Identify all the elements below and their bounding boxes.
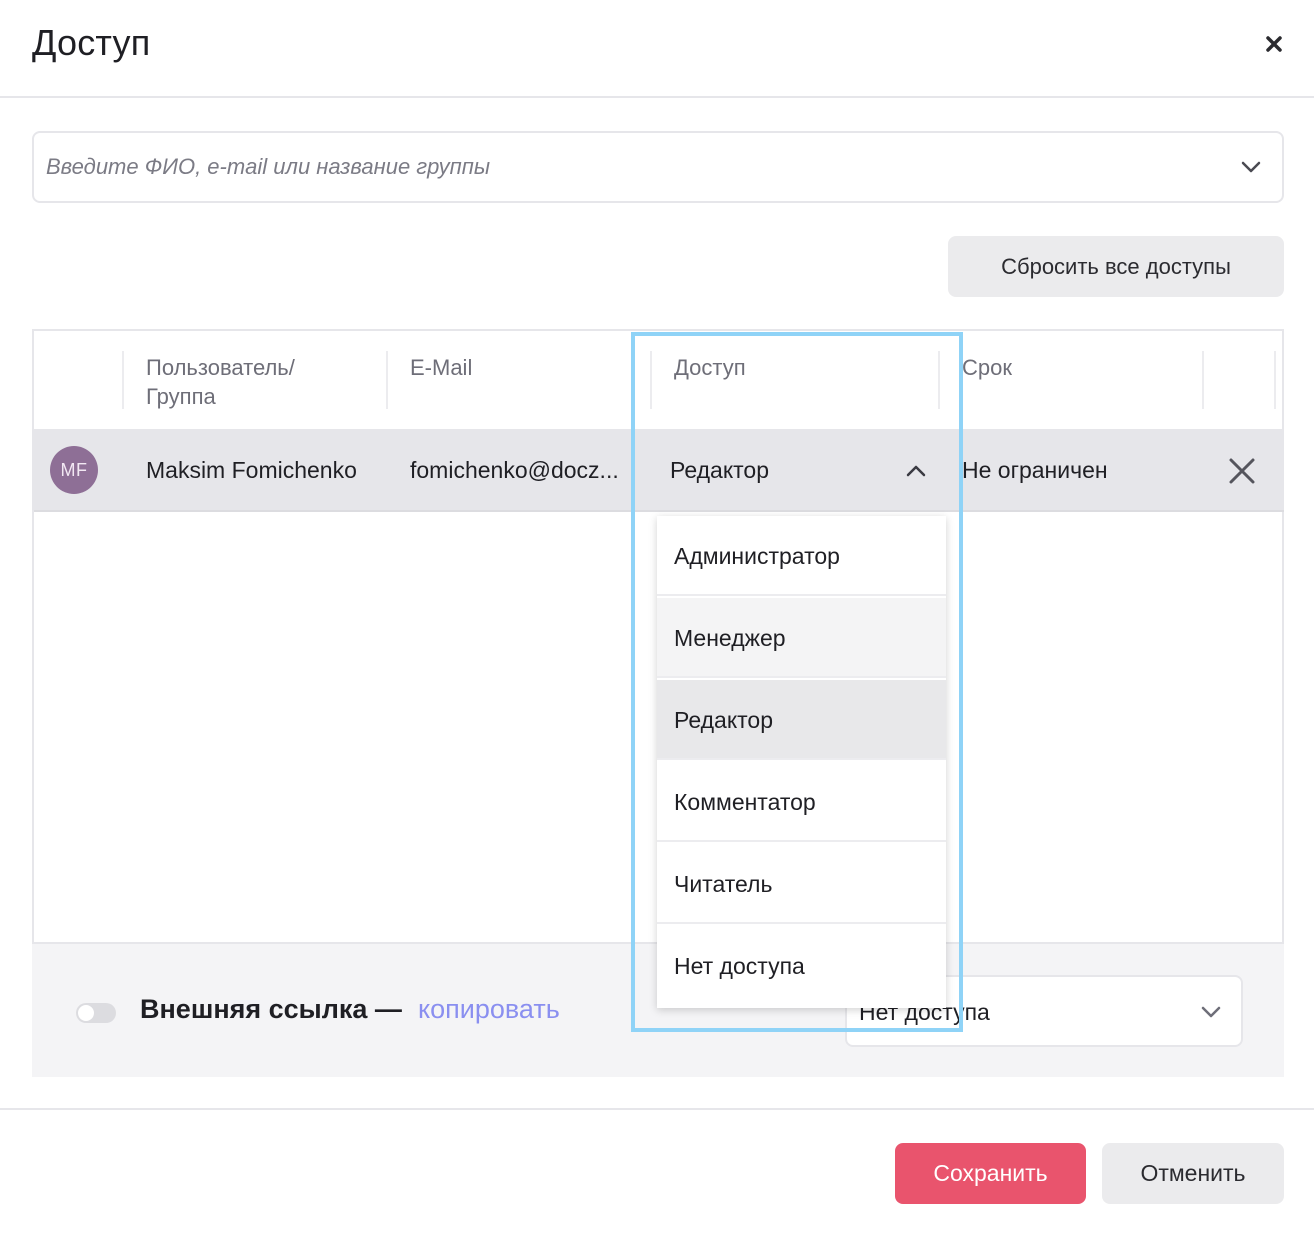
dropdown-option-label: Читатель (674, 871, 773, 897)
close-icon (1229, 458, 1255, 484)
user-email: fomichenko@docz... (410, 457, 619, 483)
chevron-up-icon (906, 465, 926, 477)
column-separator (1202, 351, 1204, 409)
dialog-header: Доступ (0, 0, 1314, 98)
column-header-user: Пользователь/ Группа (146, 355, 295, 409)
dropdown-option-reader[interactable]: Читатель (657, 844, 946, 924)
dropdown-option-label: Комментатор (674, 789, 816, 815)
dropdown-option-label: Редактор (674, 707, 774, 733)
column-header-email: E-Mail (410, 355, 473, 380)
user-name: Maksim Fomichenko (146, 457, 357, 483)
chevron-down-icon[interactable] (1238, 157, 1264, 177)
chevron-down-icon (1201, 1006, 1221, 1018)
search-input[interactable] (46, 147, 1206, 187)
dropdown-option-editor[interactable]: Редактор (657, 680, 946, 760)
column-separator (122, 351, 124, 409)
column-separator (1274, 351, 1276, 409)
column-header-access: Доступ (674, 355, 746, 380)
access-term: Не ограничен (962, 457, 1108, 483)
close-icon (1266, 36, 1282, 52)
access-select[interactable]: Редактор (654, 429, 954, 510)
avatar: MF (50, 446, 98, 494)
dropdown-option-commenter[interactable]: Комментатор (657, 762, 946, 842)
column-separator (386, 351, 388, 409)
copy-link[interactable]: копировать (418, 994, 560, 1025)
access-select-value: Редактор (670, 457, 770, 483)
dialog-title: Доступ (32, 22, 151, 63)
access-dropdown-menu: Администратор Менеджер Редактор Коммента… (657, 516, 946, 1008)
column-separator (938, 351, 940, 409)
reset-all-access-button[interactable]: Сбросить все доступы (948, 236, 1284, 297)
search-field[interactable] (32, 131, 1284, 203)
close-button[interactable] (1258, 30, 1290, 58)
dropdown-option-label: Администратор (674, 543, 840, 569)
dropdown-option-admin[interactable]: Администратор (657, 516, 946, 596)
cancel-button[interactable]: Отменить (1102, 1143, 1284, 1204)
dropdown-option-label: Менеджер (674, 625, 786, 651)
footer-divider (0, 1108, 1314, 1110)
column-separator (650, 351, 652, 409)
external-link-toggle[interactable] (76, 1003, 116, 1023)
save-button[interactable]: Сохранить (895, 1143, 1086, 1204)
external-link-label: Внешняя ссылка — (140, 994, 402, 1024)
dropdown-option-manager[interactable]: Менеджер (657, 598, 946, 678)
dropdown-option-no-access[interactable]: Нет доступа (657, 926, 946, 1006)
dropdown-option-label: Нет доступа (674, 953, 805, 979)
remove-access-button[interactable] (1226, 455, 1258, 487)
column-header-term: Срок (962, 355, 1012, 380)
table-row: MF Maksim Fomichenko fomichenko@docz... … (34, 429, 1284, 512)
